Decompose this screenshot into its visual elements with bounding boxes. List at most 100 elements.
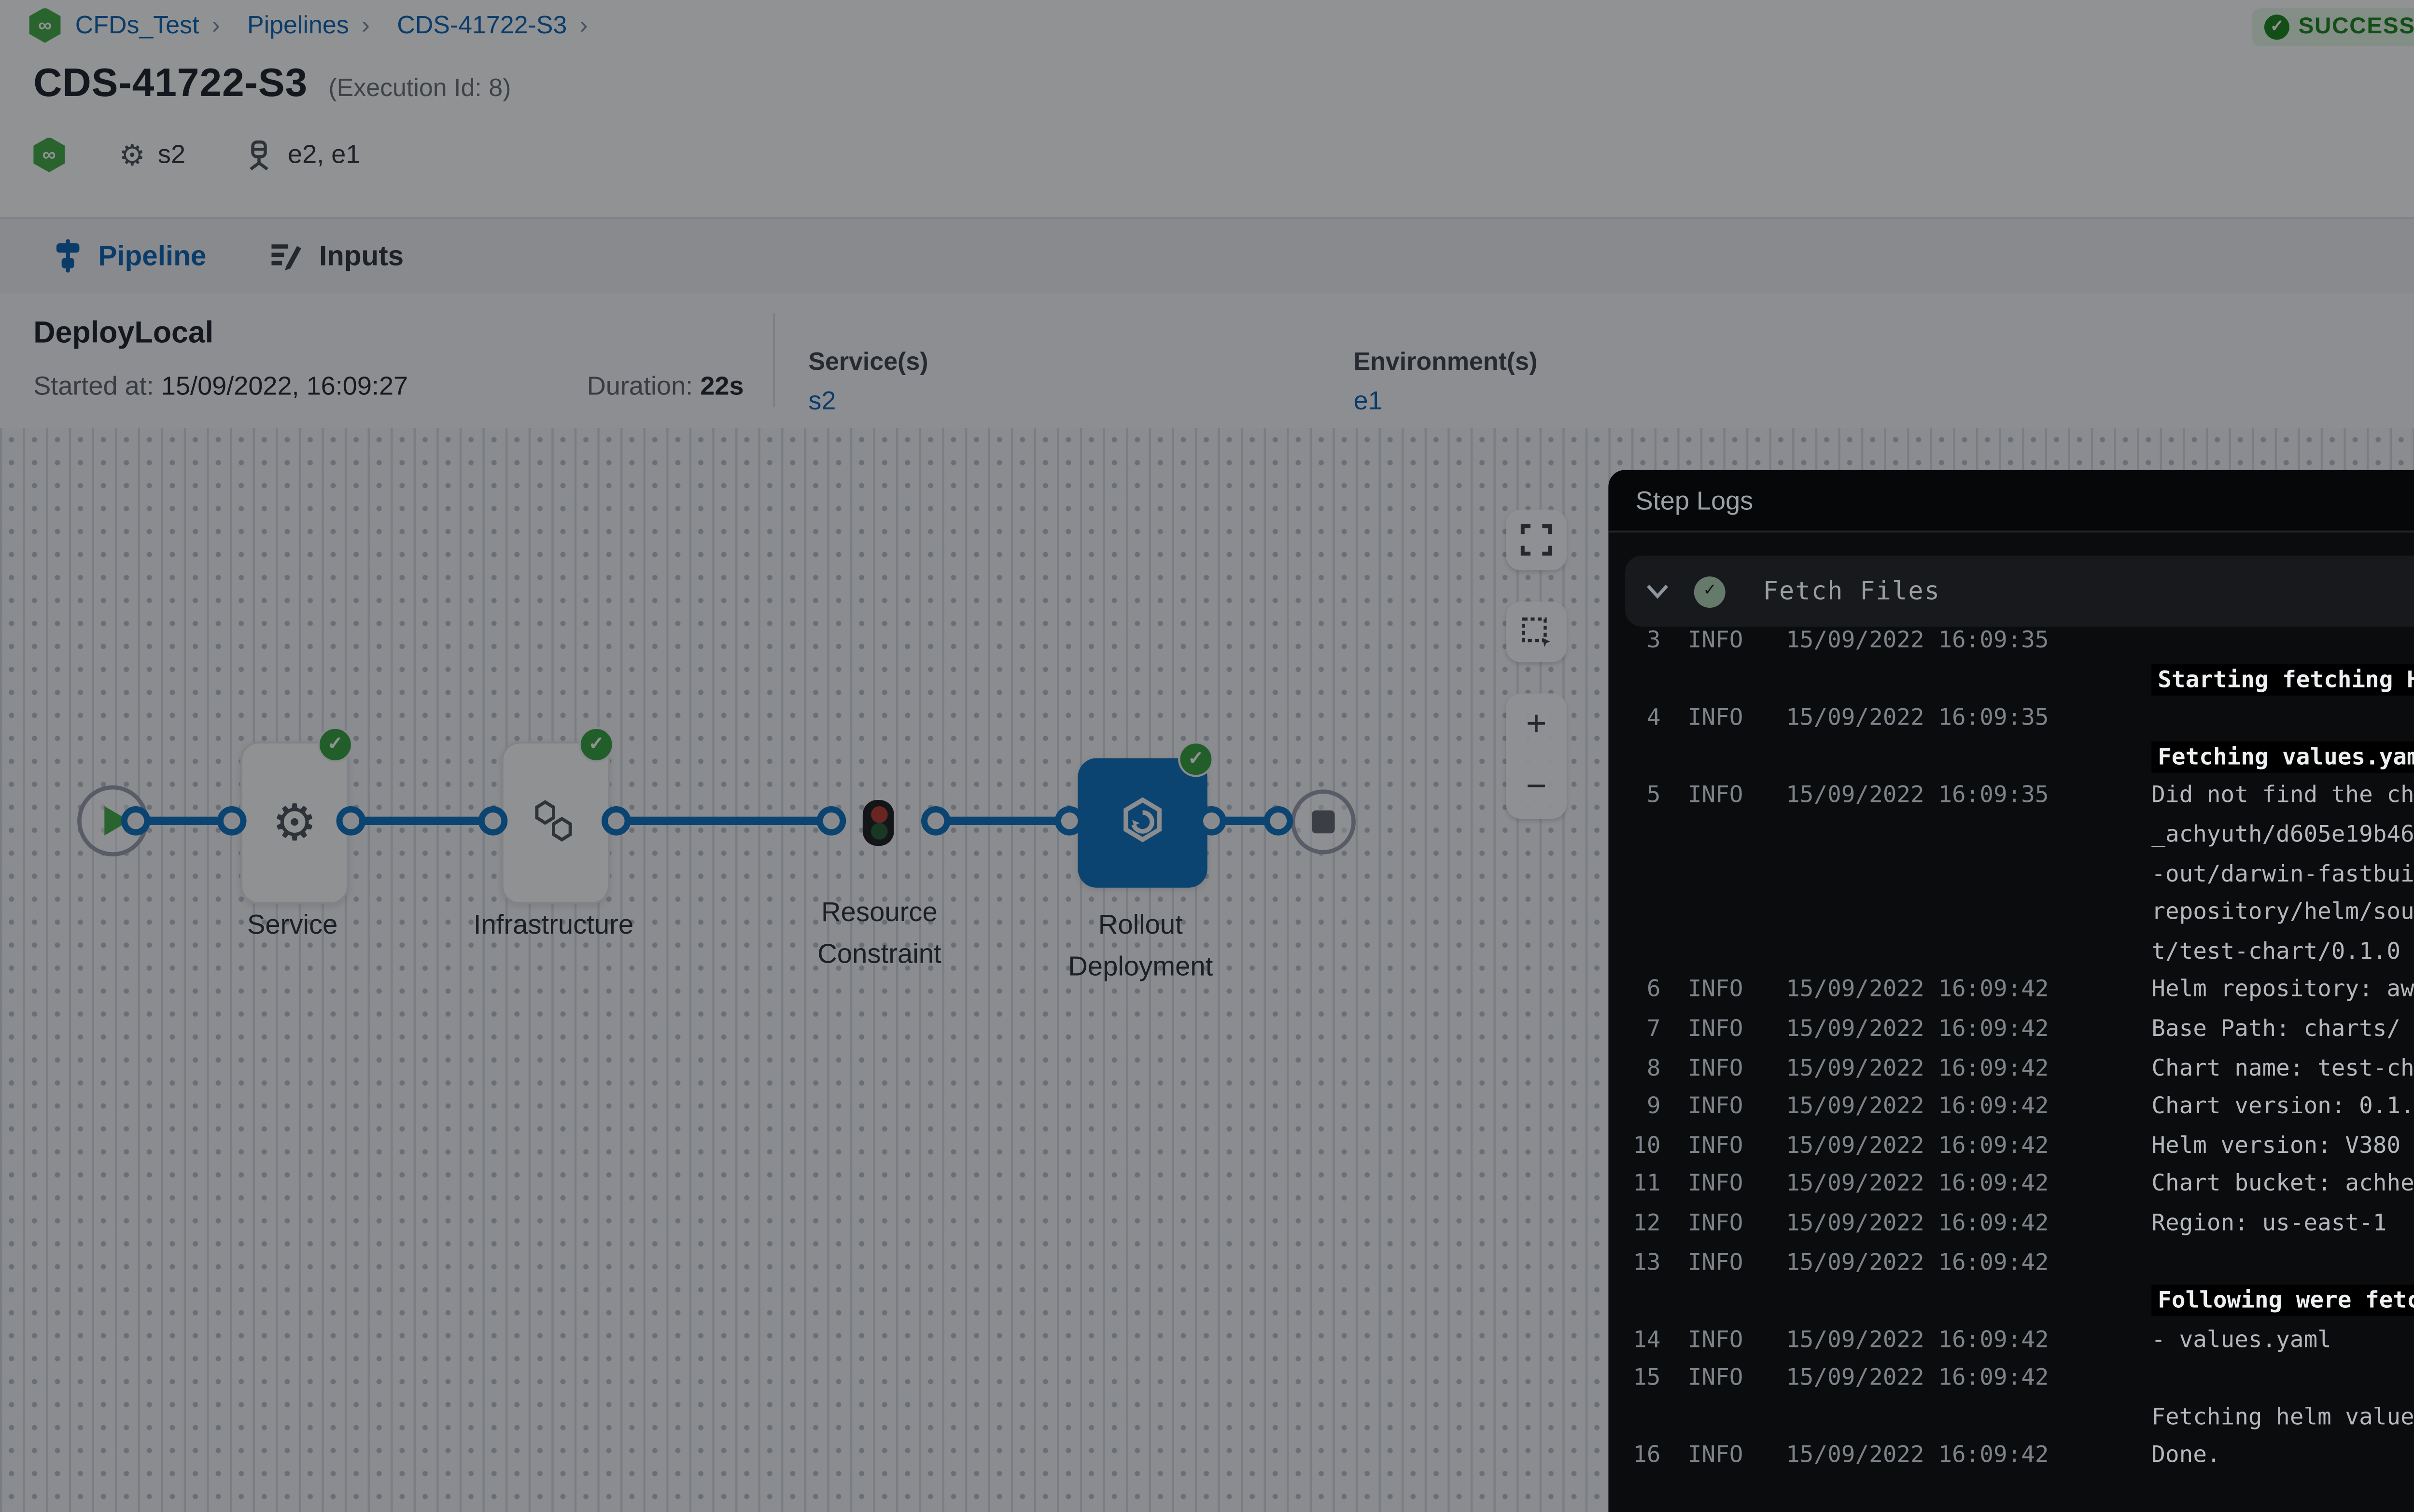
node-resource-constraint[interactable] [863,800,894,846]
services-label: Service(s) [808,347,928,376]
breadcrumb: ∞ CFDs_Test › Pipelines › CDS-41722-S3 › [29,6,2414,44]
log-line: 8INFO15/09/2022 16:09:42Chart name: test… [1625,1050,2414,1088]
execution-summary-bar: ✓ SUCCESS Start time 15/09/2022 16:09:26… [2252,4,2414,50]
log-content[interactable]: m gommv ) 3INFO15/09/2022 16:09:35 Start… [1625,627,2414,1512]
stage-summary: DeployLocal Started at: 15/09/2022, 16:0… [0,293,2414,431]
rollout-step-icon [1113,794,1172,852]
log-line: 9INFO15/09/2022 16:09:42Chart version: 0… [1625,1089,2414,1127]
graph-edge [351,817,493,825]
pipeline-execution-page: ∞ CFDs_Test › Pipelines › CDS-41722-S3 ›… [0,0,2414,1512]
status-text: SUCCESS [2299,14,2414,40]
environment-icon [244,139,273,170]
log-line: 15INFO15/09/2022 16:09:42 Fetching helm … [1625,1360,2414,1438]
log-line: 4INFO15/09/2022 16:09:35 Fetching values… [1625,700,2414,778]
page-title: CDS-41722-S3 [33,63,308,109]
step-logs-header: Step Logs Console View [1608,470,2414,532]
execution-id: (Execution Id: 8) [328,73,511,102]
service-step-icon: ⚙ [272,793,317,853]
log-line: 10INFO15/09/2022 16:09:42Helm version: V… [1625,1127,2414,1166]
selection-icon [1521,616,1552,647]
breadcrumb-separator: › [579,11,588,40]
node-service[interactable]: ⚙ [240,742,349,904]
green-light-icon [870,823,887,840]
services-column: Service(s) s2 [808,347,928,416]
zoom-in-button[interactable]: + [1506,693,1566,756]
graph-port [121,806,151,836]
view-tabs: Pipeline Inputs Console View [0,217,2414,294]
success-check-icon: ✓ [578,727,614,763]
chevron-down-icon[interactable] [1646,583,1669,600]
log-line: 16INFO15/09/2022 16:09:42Done. [1625,1438,2414,1477]
status-badge: ✓ SUCCESS [2252,8,2414,46]
graph-port [921,806,951,836]
step-success-icon: ✓ [1694,575,1726,607]
graph-port [217,806,247,836]
inputs-icon [269,240,302,272]
log-line: 14INFO15/09/2022 16:09:42- values.yaml [1625,1321,2414,1360]
environments-column: Environment(s) e1 [1354,347,1538,416]
environments-label: Environment(s) [1354,347,1538,376]
step-logs-drawer: Step Logs Console View ✓ Fetch Files [1608,470,2414,1512]
fullscreen-button[interactable] [1506,510,1566,570]
log-line: 7INFO15/09/2022 16:09:42Base Path: chart… [1625,1011,2414,1050]
log-line: 3INFO15/09/2022 16:09:35 Starting fetchi… [1625,627,2414,700]
tab-pipeline-label: Pipeline [98,240,206,272]
node-label-service: Service [209,904,376,946]
zoom-controls: + − [1506,693,1566,819]
breadcrumb-project[interactable]: CFDs_Test [75,11,199,40]
stage-duration: Duration: 22s [587,372,744,401]
graph-port [817,806,846,836]
title-row: CDS-41722-S3 (Execution Id: 8) [33,63,511,109]
service-tag[interactable]: s2 [158,140,185,169]
step-logs-title: Step Logs [1636,486,1754,515]
graph-edge [616,817,831,825]
graph-port [1197,806,1226,836]
graph-port [337,806,366,836]
red-light-icon [870,806,887,823]
divider [773,313,775,407]
environments-tag[interactable]: e2, e1 [288,140,360,169]
log-step-section-header[interactable]: ✓ Fetch Files ↑ ↓ 9s [1625,556,2414,627]
fullscreen-icon [1521,524,1552,556]
graph-edge [936,817,1069,825]
success-check-icon: ✓ [1178,742,1214,777]
tab-pipeline[interactable]: Pipeline [54,238,206,274]
breadcrumb-separator: › [362,11,370,40]
infrastructure-step-icon [529,798,583,848]
breadcrumb-pipelines[interactable]: Pipelines [247,11,349,40]
success-check-icon: ✓ [318,727,353,763]
stage-started: Started at: 15/09/2022, 16:09:27 [33,372,408,401]
log-line: 5INFO15/09/2022 16:09:35Did not find the… [1625,778,2414,972]
graph-port [602,806,631,836]
log-line: 6INFO15/09/2022 16:09:42Helm repository:… [1625,972,2414,1010]
node-label-rollout-deployment: Rollout Deployment [1049,904,1233,988]
execution-meta-row: ∞ ⚙ s2 e2, e1 Admin [33,134,2414,176]
tab-inputs[interactable]: Inputs [269,240,404,272]
breadcrumb-pipeline[interactable]: CDS-41722-S3 [397,11,567,40]
log-entries: 3INFO15/09/2022 16:09:35 Starting fetchi… [1625,627,2414,1477]
zoom-out-button[interactable]: − [1506,756,1566,819]
graph-port [1055,806,1084,836]
stop-icon [1312,811,1335,834]
stage-name[interactable]: DeployLocal [33,318,213,351]
node-infrastructure[interactable] [501,742,610,904]
log-line: 12INFO15/09/2022 16:09:42Region: us-east… [1625,1205,2414,1244]
fit-to-screen-button[interactable] [1506,602,1566,662]
environments-value[interactable]: e1 [1354,386,1538,416]
graph-port [478,806,508,836]
services-value[interactable]: s2 [808,386,928,416]
status-check-icon: ✓ [2265,14,2290,40]
service-icon: ⚙ [119,137,145,172]
pipeline-icon [54,238,81,274]
node-rollout-deployment[interactable] [1078,758,1207,888]
page-header: ∞ CFDs_Test › Pipelines › CDS-41722-S3 ›… [0,0,2414,217]
node-label-infrastructure: Infrastructure [458,904,650,946]
project-icon: ∞ [29,7,61,43]
log-line: 11INFO15/09/2022 16:09:42Chart bucket: a… [1625,1166,2414,1205]
log-step-name: Fetch Files [1763,576,1941,606]
tab-inputs-label: Inputs [319,240,404,272]
node-label-resource-constraint: Resource Constraint [796,892,963,975]
breadcrumb-separator: › [211,11,220,40]
end-node[interactable] [1291,789,1356,854]
graph-port [1264,806,1293,836]
